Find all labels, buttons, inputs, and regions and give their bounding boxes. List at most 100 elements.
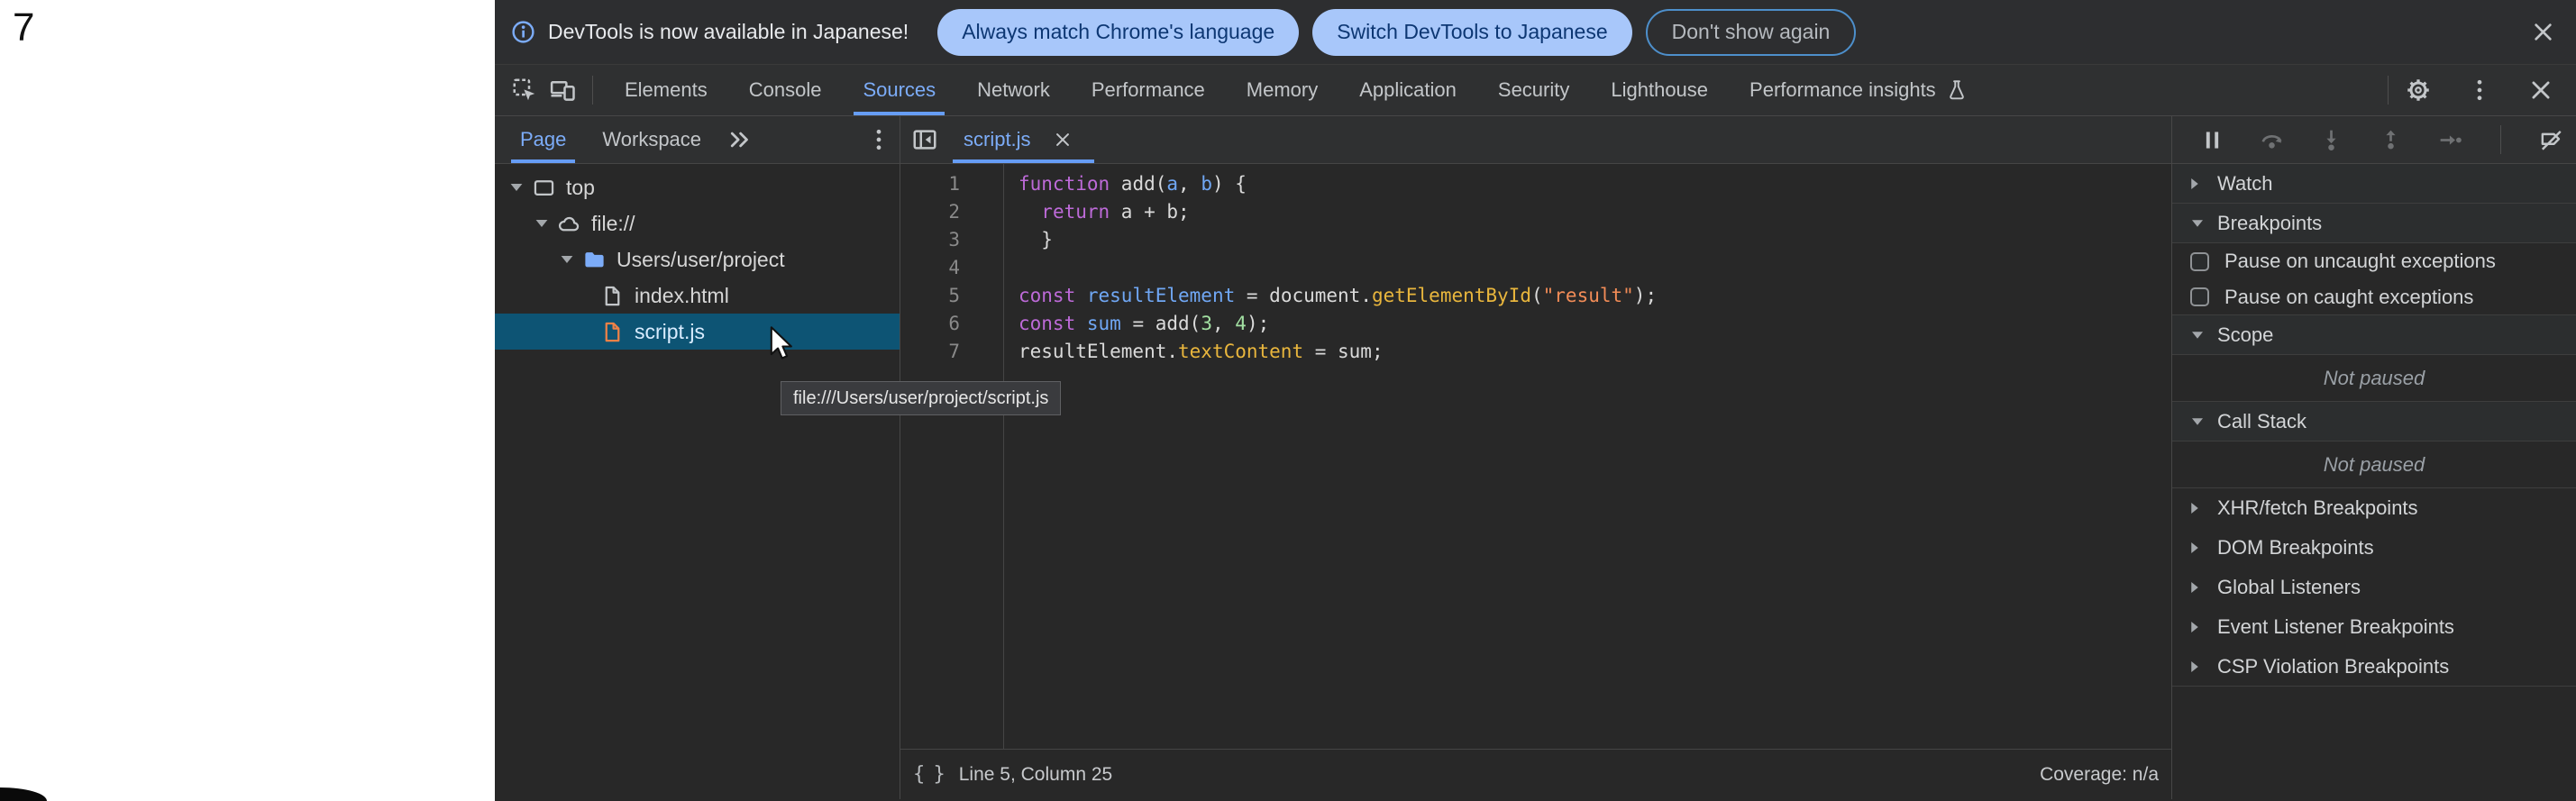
code-line-text[interactable]: } [1003,226,1053,254]
code-line-text[interactable]: return a + b; [1003,198,1190,226]
panel-tabs: Elements Console Sources Network Performance… [604,65,1989,115]
tab-console[interactable]: Console [728,65,843,115]
tree-item-top[interactable]: top [495,169,900,205]
browser-page: 7 [0,0,495,801]
line-number[interactable]: 5 [900,282,1003,310]
step-out-icon [2378,127,2404,153]
device-toolbar-button[interactable] [549,77,576,104]
pause-script-button[interactable] [2199,127,2225,153]
kebab-icon [865,126,892,153]
line-number[interactable]: 1 [900,170,1003,198]
tab-label: Network [977,78,1050,102]
tab-lighthouse[interactable]: Lighthouse [1590,65,1729,115]
toggle-navigator-button[interactable] [911,126,938,153]
infobar-close-button[interactable] [2530,19,2556,45]
close-icon [1053,130,1073,150]
file-icon [600,284,625,308]
switch-devtools-to-japanese-button[interactable]: Switch DevTools to Japanese [1312,9,1631,56]
editor-tab-strip: script.js [900,116,2171,164]
tab-sources[interactable]: Sources [842,65,956,115]
section-event-listener-breakpoints[interactable]: Event Listener Breakpoints [2172,607,2576,647]
section-xhr-fetch-breakpoints[interactable]: XHR/fetch Breakpoints [2172,488,2576,528]
tab-elements[interactable]: Elements [604,65,728,115]
info-icon [510,19,536,45]
expand-arrow-icon[interactable] [562,256,573,263]
tab-label: Elements [625,78,708,102]
code-line-7: 7resultElement.textContent = sum; [900,338,2171,366]
code-line-1: 1function add(a, b) { [900,170,2171,198]
pause-on-uncaught-exceptions-checkbox[interactable] [2190,252,2209,271]
navigator-more-options-button[interactable] [865,126,892,153]
devtools-window: DevTools is now available in Japanese! A… [495,0,2576,801]
code-line-3: 3 } [900,226,2171,254]
tab-label: Sources [863,78,936,102]
kebab-icon [2466,77,2493,104]
pause-icon [2199,127,2225,153]
line-number[interactable]: 2 [900,198,1003,226]
step-out-button[interactable] [2378,127,2404,153]
tab-network[interactable]: Network [956,65,1071,115]
expand-arrow-icon[interactable] [511,184,523,191]
infobar-buttons: Always match Chrome's language Switch Dev… [937,9,1869,56]
always-match-chrome-s-language-button[interactable]: Always match Chrome's language [937,9,1299,56]
step-icon [2437,127,2463,153]
bottom-left-artifact [0,787,47,801]
tree-item-file[interactable]: file:// [495,205,900,241]
file-label: file:// [591,212,635,236]
close-devtools-button[interactable] [2527,77,2554,104]
section-call-stack[interactable]: Call Stack [2172,402,2576,441]
section-scope[interactable]: Scope [2172,315,2576,355]
section-label: Watch [2217,172,2273,196]
code-line-text[interactable]: const resultElement = document.getElemen… [1003,282,1657,310]
line-number[interactable]: 6 [900,310,1003,338]
step-button[interactable] [2437,127,2463,153]
section-breakpoints[interactable]: Breakpoints [2172,204,2576,243]
more-options-button[interactable] [2466,77,2493,104]
line-number[interactable]: 3 [900,226,1003,254]
file-path-tooltip: file:///Users/user/project/script.js [781,381,1061,415]
editor-tab-script-js[interactable]: script.js [953,116,1094,163]
tab-memory[interactable]: Memory [1226,65,1338,115]
section-dom-breakpoints[interactable]: DOM Breakpoints [2172,528,2576,568]
pause-on-uncaught-exceptions-row: Pause on uncaught exceptions [2172,243,2576,279]
deactivate-breakpoints-icon [2538,127,2564,153]
sources-panel: Page Workspace top file:// Users/user/proje… [495,116,2576,799]
gutter-divider [1003,164,1004,749]
navigator-tab-page[interactable]: Page [516,116,571,163]
expand-arrow-icon [2191,542,2198,553]
step-over-button[interactable] [2259,127,2285,153]
section-csp-violation-breakpoints[interactable]: CSP Violation Breakpoints [2172,647,2576,687]
code-line-text[interactable]: const sum = add(3, 4); [1003,310,1269,338]
tab-application[interactable]: Application [1338,65,1477,115]
step-into-button[interactable] [2318,127,2344,153]
pretty-print-icon[interactable]: { } [913,763,944,786]
line-number[interactable]: 4 [900,254,1003,282]
code-line-text[interactable]: resultElement.textContent = sum; [1003,338,1384,366]
deactivate-breakpoints-button[interactable] [2538,127,2564,153]
section-global-listeners[interactable]: Global Listeners [2172,568,2576,607]
line-number[interactable]: 7 [900,338,1003,366]
section-label: Global Listeners [2217,576,2361,599]
pause-on-caught-exceptions-checkbox[interactable] [2190,287,2209,306]
tree-item-users-user-project[interactable]: Users/user/project [495,241,900,278]
code-line-text[interactable] [1003,254,1019,282]
inspect-element-button[interactable] [511,77,538,104]
section-label: Breakpoints [2217,212,2322,235]
code-line-text[interactable]: function add(a, b) { [1003,170,1247,198]
close-tab-button[interactable] [1038,130,1073,150]
section-watch[interactable]: Watch [2172,164,2576,204]
tree-item-script-js[interactable]: script.js [495,314,900,350]
tab-security[interactable]: Security [1477,65,1590,115]
toolbar-separator [2500,125,2501,154]
tab-performance-insights[interactable]: Performance insights [1729,65,1989,115]
checkbox-label: Pause on caught exceptions [2224,286,2473,309]
navigator-tab-workspace[interactable]: Workspace [598,116,706,163]
tab-performance[interactable]: Performance [1071,65,1226,115]
don-t-show-again-button[interactable]: Don't show again [1646,9,1857,56]
expand-arrow-icon[interactable] [536,220,548,227]
tree-item-index-html[interactable]: index.html [495,278,900,314]
settings-button[interactable] [2405,77,2432,104]
more-navigator-tabs-button[interactable] [726,126,754,153]
code-editor[interactable]: 1function add(a, b) {2 return a + b;3 }4… [900,164,2171,749]
collapse-arrow-icon [2192,418,2203,425]
